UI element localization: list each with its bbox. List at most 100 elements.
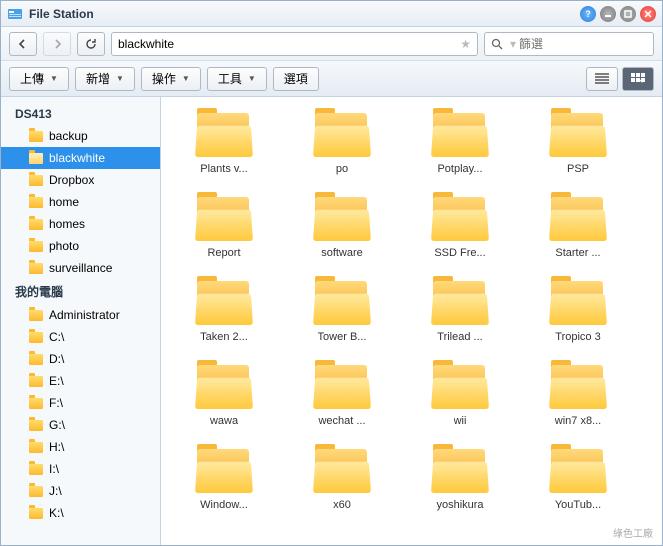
folder-item[interactable]: Tower B... — [283, 273, 401, 357]
folder-label: Plants v... — [200, 163, 247, 175]
folder-label: YouTub... — [555, 499, 601, 511]
folder-label: wechat ... — [318, 415, 365, 427]
body: DS413 backup blackwhite Dropboxhomehomes pho… — [1, 97, 662, 545]
create-button[interactable]: 新增▼ — [75, 67, 135, 91]
back-button[interactable] — [9, 32, 37, 56]
forward-button[interactable] — [43, 32, 71, 56]
tree-item[interactable]: Administrator — [1, 304, 160, 326]
tree-item[interactable]: I:\ — [1, 458, 160, 480]
folder-icon — [313, 113, 371, 157]
folder-icon — [29, 508, 43, 519]
tree-item[interactable]: J:\ — [1, 480, 160, 502]
folder-item[interactable]: Window... — [165, 441, 283, 525]
tree-item-label: photo — [49, 239, 79, 253]
folder-item[interactable]: Report — [165, 189, 283, 273]
folder-item[interactable]: x60 — [283, 441, 401, 525]
tree-item-label: surveillance — [49, 261, 112, 275]
app-window: File Station ? ★ ▾ 上傳▼ 新增▼ 操作▼ 工具▼ 選項 D — [0, 0, 663, 546]
folder-icon — [29, 442, 43, 453]
folder-label: software — [321, 247, 363, 259]
tree-item-label: backup — [49, 129, 88, 143]
folder-label: wawa — [210, 415, 238, 427]
folder-icon — [195, 449, 253, 493]
search-box[interactable]: ▾ — [484, 32, 654, 56]
folder-icon — [431, 449, 489, 493]
tree-item-label: Administrator — [49, 308, 120, 322]
content-pane: Plants v... po Potplay... PSP Report software… — [161, 97, 662, 545]
folder-item[interactable]: wawa — [165, 357, 283, 441]
folder-item[interactable]: Tropico 3 — [519, 273, 637, 357]
tree-item-label: F:\ — [49, 396, 63, 410]
tree-root[interactable]: DS413 — [1, 103, 160, 125]
folder-icon — [29, 376, 43, 387]
grid-view-button[interactable] — [622, 67, 654, 91]
folder-item[interactable]: PSP — [519, 105, 637, 189]
minimize-button[interactable] — [600, 6, 616, 22]
options-button[interactable]: 選項 — [273, 67, 319, 91]
folder-item[interactable]: Trilead ... — [401, 273, 519, 357]
tree-item[interactable]: backup — [1, 125, 160, 147]
folder-item[interactable]: Potplay... — [401, 105, 519, 189]
folder-item[interactable]: win7 x8... — [519, 357, 637, 441]
folder-label: wii — [454, 415, 467, 427]
tree-item-label: I:\ — [49, 462, 59, 476]
tree-root[interactable]: 我的電腦 — [1, 279, 160, 304]
upload-button[interactable]: 上傳▼ — [9, 67, 69, 91]
folder-label: Tower B... — [318, 331, 367, 343]
folder-icon — [29, 464, 43, 475]
tree-item[interactable]: blackwhite — [1, 147, 160, 169]
tree-item-label: C:\ — [49, 330, 64, 344]
search-sep: ▾ — [510, 37, 516, 51]
path-input[interactable] — [118, 37, 471, 51]
tree-item[interactable]: Dropbox — [1, 169, 160, 191]
help-button[interactable]: ? — [580, 6, 596, 22]
tree-item[interactable]: E:\ — [1, 370, 160, 392]
search-input[interactable] — [519, 37, 647, 51]
folder-item[interactable]: software — [283, 189, 401, 273]
search-icon — [491, 38, 503, 50]
folder-icon — [431, 281, 489, 325]
tree-item[interactable]: C:\ — [1, 326, 160, 348]
folder-item[interactable]: po — [283, 105, 401, 189]
folder-item[interactable]: YouTub... — [519, 441, 637, 525]
folder-icon — [549, 281, 607, 325]
tree-item[interactable]: D:\ — [1, 348, 160, 370]
tools-button[interactable]: 工具▼ — [207, 67, 267, 91]
folder-label: SSD Fre... — [434, 247, 485, 259]
refresh-button[interactable] — [77, 32, 105, 56]
favorite-icon[interactable]: ★ — [460, 37, 471, 51]
tree-item[interactable]: F:\ — [1, 392, 160, 414]
tree-item[interactable]: H:\ — [1, 436, 160, 458]
folder-label: PSP — [567, 163, 589, 175]
folder-icon — [29, 263, 43, 274]
list-view-button[interactable] — [586, 67, 618, 91]
tree-item[interactable]: G:\ — [1, 414, 160, 436]
folder-item[interactable]: wechat ... — [283, 357, 401, 441]
tree-item[interactable]: photo — [1, 235, 160, 257]
maximize-button[interactable] — [620, 6, 636, 22]
nav-bar: ★ ▾ — [1, 27, 662, 61]
folder-icon — [313, 449, 371, 493]
tree-item[interactable]: surveillance — [1, 257, 160, 279]
folder-item[interactable]: Starter ... — [519, 189, 637, 273]
folder-label: x60 — [333, 499, 351, 511]
close-button[interactable] — [640, 6, 656, 22]
folder-label: Trilead ... — [437, 331, 482, 343]
tree-item[interactable]: K:\ — [1, 502, 160, 524]
folder-icon — [195, 365, 253, 409]
folder-label: Starter ... — [555, 247, 600, 259]
folder-item[interactable]: Taken 2... — [165, 273, 283, 357]
tree-item-label: blackwhite — [49, 151, 105, 165]
folder-label: po — [336, 163, 348, 175]
folder-item[interactable]: SSD Fre... — [401, 189, 519, 273]
tree-item[interactable]: home — [1, 191, 160, 213]
folder-item[interactable]: wii — [401, 357, 519, 441]
action-button[interactable]: 操作▼ — [141, 67, 201, 91]
path-input-box[interactable]: ★ — [111, 32, 478, 56]
folder-icon — [29, 310, 43, 321]
folder-icon — [431, 197, 489, 241]
tree-item[interactable]: homes — [1, 213, 160, 235]
folder-icon — [29, 153, 43, 164]
folder-item[interactable]: Plants v... — [165, 105, 283, 189]
folder-item[interactable]: yoshikura — [401, 441, 519, 525]
